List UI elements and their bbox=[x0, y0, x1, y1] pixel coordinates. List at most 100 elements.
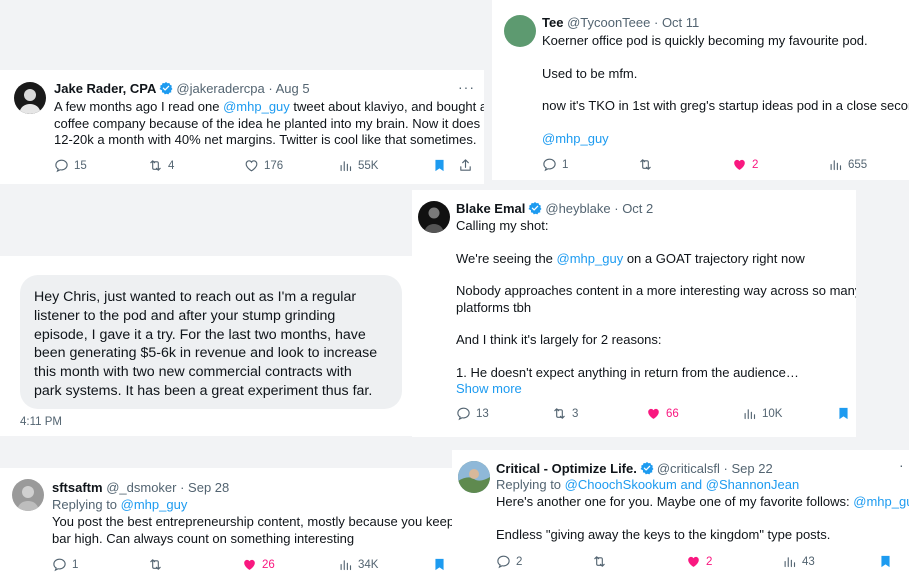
author-handle[interactable]: @heyblake bbox=[545, 201, 610, 216]
heart-icon bbox=[244, 158, 259, 173]
retweet-button[interactable]: 3 bbox=[552, 406, 578, 421]
like-count: 2 bbox=[752, 158, 759, 171]
retweet-button[interactable] bbox=[592, 554, 607, 569]
verified-badge-icon bbox=[640, 461, 654, 475]
mention-link[interactable]: @mhp_guy bbox=[557, 251, 624, 266]
mention-link[interactable]: @mhp_guy bbox=[121, 497, 188, 512]
mention-link[interactable]: @mhp_guy bbox=[853, 494, 909, 509]
reply-count: 15 bbox=[74, 159, 87, 172]
reply-icon bbox=[52, 557, 67, 572]
tweet-header: Jake Rader, CPA @jakeradercpa · Aug 5 bbox=[54, 81, 310, 97]
verified-badge-icon bbox=[159, 81, 173, 95]
reply-icon bbox=[456, 406, 471, 421]
like-button[interactable]: 66 bbox=[646, 406, 679, 421]
view-count: 55K bbox=[358, 159, 379, 172]
tweet-date[interactable]: · Oct 11 bbox=[654, 15, 699, 30]
reply-button[interactable]: 15 bbox=[54, 158, 87, 173]
like-button[interactable]: 2 bbox=[732, 157, 758, 172]
bookmark-button[interactable] bbox=[432, 158, 447, 173]
author-name[interactable]: Tee bbox=[542, 15, 563, 30]
tweet-card-tee[interactable]: Tee @TycoonTeee · Oct 11 Koerner office … bbox=[492, 0, 909, 180]
tweet-date[interactable]: · Sep 22 bbox=[724, 461, 773, 476]
mention-link[interactable]: @mhp_guy bbox=[542, 131, 909, 148]
tweet-card-critical[interactable]: Critical - Optimize Life. @criticalsfl · … bbox=[452, 450, 909, 582]
views-button[interactable]: 43 bbox=[782, 554, 815, 569]
views-icon bbox=[782, 554, 797, 569]
retweet-icon bbox=[592, 554, 607, 569]
tweet-text: Koerner office pod is quickly becoming m… bbox=[542, 33, 909, 147]
author-name[interactable]: Jake Rader, CPA bbox=[54, 81, 156, 96]
tweet-date[interactable]: · Sep 28 bbox=[180, 480, 229, 495]
tweet-actions: 1 26 34K bbox=[52, 557, 452, 573]
reply-button[interactable]: 1 bbox=[52, 557, 78, 572]
views-button[interactable]: 655 bbox=[828, 157, 867, 172]
tweet-text: A few months ago I read one @mhp_guy twe… bbox=[54, 99, 484, 147]
view-count: 34K bbox=[358, 558, 379, 571]
bookmark-icon bbox=[432, 557, 447, 572]
avatar[interactable] bbox=[14, 82, 46, 114]
tweet-card-blake[interactable]: Blake Emal @heyblake · Oct 2 Calling my s… bbox=[412, 190, 856, 437]
like-count: 176 bbox=[264, 159, 284, 172]
more-options-icon[interactable]: ··· bbox=[458, 79, 475, 95]
avatar[interactable] bbox=[458, 461, 490, 493]
retweet-button[interactable]: 4 bbox=[148, 158, 174, 173]
bookmark-icon bbox=[432, 158, 447, 173]
retweet-button[interactable] bbox=[638, 157, 653, 172]
like-button[interactable]: 2 bbox=[686, 554, 712, 569]
mention-link[interactable]: @mhp_guy bbox=[223, 99, 290, 114]
author-name[interactable]: sftsaftm bbox=[52, 480, 103, 495]
author-handle[interactable]: @criticalsfl bbox=[657, 461, 720, 476]
bookmark-icon bbox=[878, 554, 893, 569]
bookmark-button[interactable] bbox=[878, 554, 893, 569]
tweet-header: Tee @TycoonTeee · Oct 11 bbox=[542, 15, 699, 31]
author-name[interactable]: Blake Emal bbox=[456, 201, 525, 216]
reply-icon bbox=[54, 158, 69, 173]
tweet-card-sftsaftm[interactable]: sftsaftm @_dsmoker · Sep 28 Replying to … bbox=[0, 468, 452, 582]
tweet-actions: 1 2 655 bbox=[542, 157, 902, 173]
like-button[interactable]: 26 bbox=[242, 557, 275, 572]
tweet-date[interactable]: · Aug 5 bbox=[268, 81, 309, 96]
reply-count: 13 bbox=[476, 407, 489, 420]
share-button[interactable] bbox=[458, 158, 473, 173]
bookmark-button[interactable] bbox=[432, 557, 447, 572]
message-card: Hey Chris, just wanted to reach out as I… bbox=[0, 256, 412, 436]
views-button[interactable]: 10K bbox=[742, 406, 782, 421]
views-button[interactable]: 55K bbox=[338, 158, 378, 173]
like-button[interactable]: 176 bbox=[244, 158, 283, 173]
reply-button[interactable]: 13 bbox=[456, 406, 489, 421]
retweet-icon bbox=[638, 157, 653, 172]
author-handle[interactable]: @_dsmoker bbox=[106, 480, 176, 495]
tweet-card-jake[interactable]: Jake Rader, CPA @jakeradercpa · Aug 5 ···… bbox=[0, 70, 484, 184]
tweet-header: Critical - Optimize Life. @criticalsfl · … bbox=[496, 461, 773, 477]
avatar[interactable] bbox=[12, 479, 44, 511]
view-count: 655 bbox=[848, 158, 868, 171]
bookmark-icon bbox=[836, 406, 851, 421]
heart-filled-icon bbox=[242, 557, 257, 572]
show-more-link[interactable]: Show more bbox=[456, 381, 856, 398]
like-count: 66 bbox=[666, 407, 679, 420]
reply-button[interactable]: 1 bbox=[542, 157, 568, 172]
tweet-text: Here's another one for you. Maybe one of… bbox=[496, 494, 909, 543]
bookmark-button[interactable] bbox=[836, 406, 851, 421]
retweet-button[interactable] bbox=[148, 557, 163, 572]
tweet-date[interactable]: · Oct 2 bbox=[614, 201, 653, 216]
reply-count: 1 bbox=[72, 558, 79, 571]
mention-link[interactable]: @ChoochSkookum and @ShannonJean bbox=[565, 477, 800, 492]
reply-button[interactable]: 2 bbox=[496, 554, 522, 569]
views-icon bbox=[828, 157, 843, 172]
views-icon bbox=[742, 406, 757, 421]
views-button[interactable]: 34K bbox=[338, 557, 378, 572]
avatar[interactable] bbox=[418, 201, 450, 233]
tweet-actions: 15 4 176 55K bbox=[54, 158, 474, 174]
reply-context: Replying to @mhp_guy bbox=[52, 497, 188, 512]
view-count: 10K bbox=[762, 407, 783, 420]
views-icon bbox=[338, 158, 353, 173]
avatar[interactable] bbox=[504, 15, 536, 47]
tweet-header: sftsaftm @_dsmoker · Sep 28 bbox=[52, 480, 229, 496]
verified-badge-icon bbox=[528, 201, 542, 215]
tweet-text: You post the best entrepreneurship conte… bbox=[52, 514, 452, 546]
more-options-icon[interactable]: · bbox=[899, 457, 905, 473]
author-name[interactable]: Critical - Optimize Life. bbox=[496, 461, 637, 476]
author-handle[interactable]: @TycoonTeee bbox=[567, 15, 650, 30]
author-handle[interactable]: @jakeradercpa bbox=[176, 81, 264, 96]
